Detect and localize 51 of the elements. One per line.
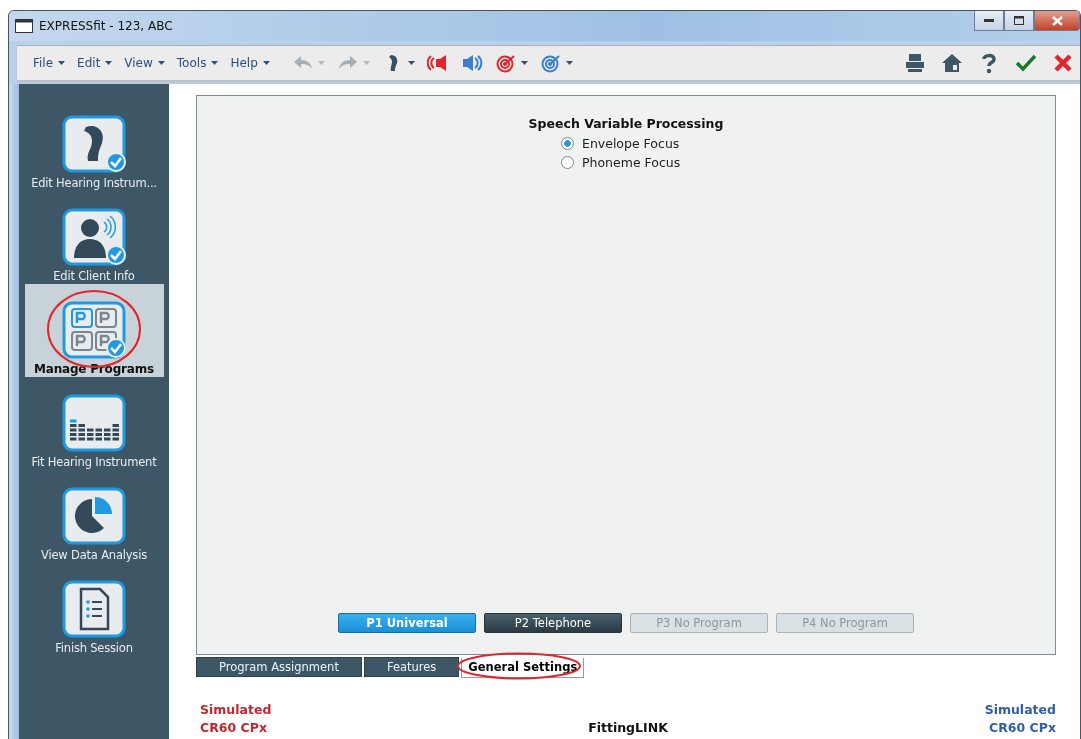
- window-icon: [15, 19, 33, 33]
- menu-item[interactable]: Tools: [170, 56, 225, 70]
- close-button[interactable]: [1034, 11, 1080, 31]
- menu-item[interactable]: Help: [224, 56, 276, 70]
- caret-icon: [317, 61, 325, 65]
- sidebar-label: View Data Analysis: [41, 548, 147, 562]
- caret-icon: [407, 61, 415, 65]
- radio-button[interactable]: [561, 137, 574, 150]
- caret-icon: [105, 61, 113, 65]
- radio-button[interactable]: [561, 156, 574, 169]
- sidebar-item[interactable]: Finish Session: [24, 563, 164, 656]
- sidebar-label: Manage Programs: [34, 362, 154, 376]
- minimize-button[interactable]: [974, 11, 1004, 31]
- fitting-link-label: FittingLINK: [587, 719, 669, 737]
- sidebar-item[interactable]: View Data Analysis: [24, 470, 164, 563]
- maximize-icon: [1014, 16, 1024, 25]
- sidebar-label: Finish Session: [55, 641, 133, 655]
- sidebar-item[interactable]: Fit Hearing Instrument: [24, 377, 164, 470]
- radio-option[interactable]: Phoneme Focus: [561, 153, 681, 172]
- checkmark-icon[interactable]: [1015, 52, 1037, 74]
- section-heading: Speech Variable Processing: [528, 116, 724, 131]
- minimize-icon: [984, 18, 994, 23]
- maximize-button[interactable]: [1004, 11, 1034, 31]
- caret-icon: [58, 61, 66, 65]
- sidebar-item[interactable]: Edit Hearing Instrum...: [24, 98, 164, 191]
- tab[interactable]: Features: [363, 657, 460, 677]
- close-icon[interactable]: [1052, 52, 1074, 74]
- caret-icon: [520, 61, 528, 65]
- menu-item[interactable]: Edit: [71, 56, 119, 70]
- menu-item[interactable]: View: [118, 56, 171, 70]
- tab[interactable]: General Settings: [461, 657, 585, 678]
- caret-icon: [211, 61, 219, 65]
- tab[interactable]: Program Assignment: [196, 657, 362, 677]
- caret-icon: [565, 61, 573, 65]
- window-title: EXPRESSfit - 123, ABC: [39, 19, 173, 33]
- radio-option[interactable]: Envelope Focus: [561, 134, 681, 153]
- device-label: Simulated CR60 CPx: [983, 701, 1056, 737]
- print-icon[interactable]: [904, 52, 926, 74]
- sidebar-item[interactable]: Manage Programs: [24, 284, 164, 377]
- close-icon: [1051, 15, 1063, 26]
- sidebar-item[interactable]: Edit Client Info: [24, 191, 164, 284]
- sidebar-label: Fit Hearing Instrument: [31, 455, 157, 469]
- caret-icon: [262, 61, 270, 65]
- menu-item[interactable]: File: [27, 56, 72, 70]
- program-button[interactable]: P2 Telephone: [484, 613, 622, 633]
- caret-icon: [362, 61, 370, 65]
- device-label: Simulated CR60 CPx: [199, 701, 273, 737]
- sidebar-label: Edit Client Info: [53, 269, 135, 283]
- home-icon[interactable]: [941, 52, 963, 74]
- caret-icon: [157, 61, 165, 65]
- sidebar-label: Edit Hearing Instrum...: [31, 176, 157, 190]
